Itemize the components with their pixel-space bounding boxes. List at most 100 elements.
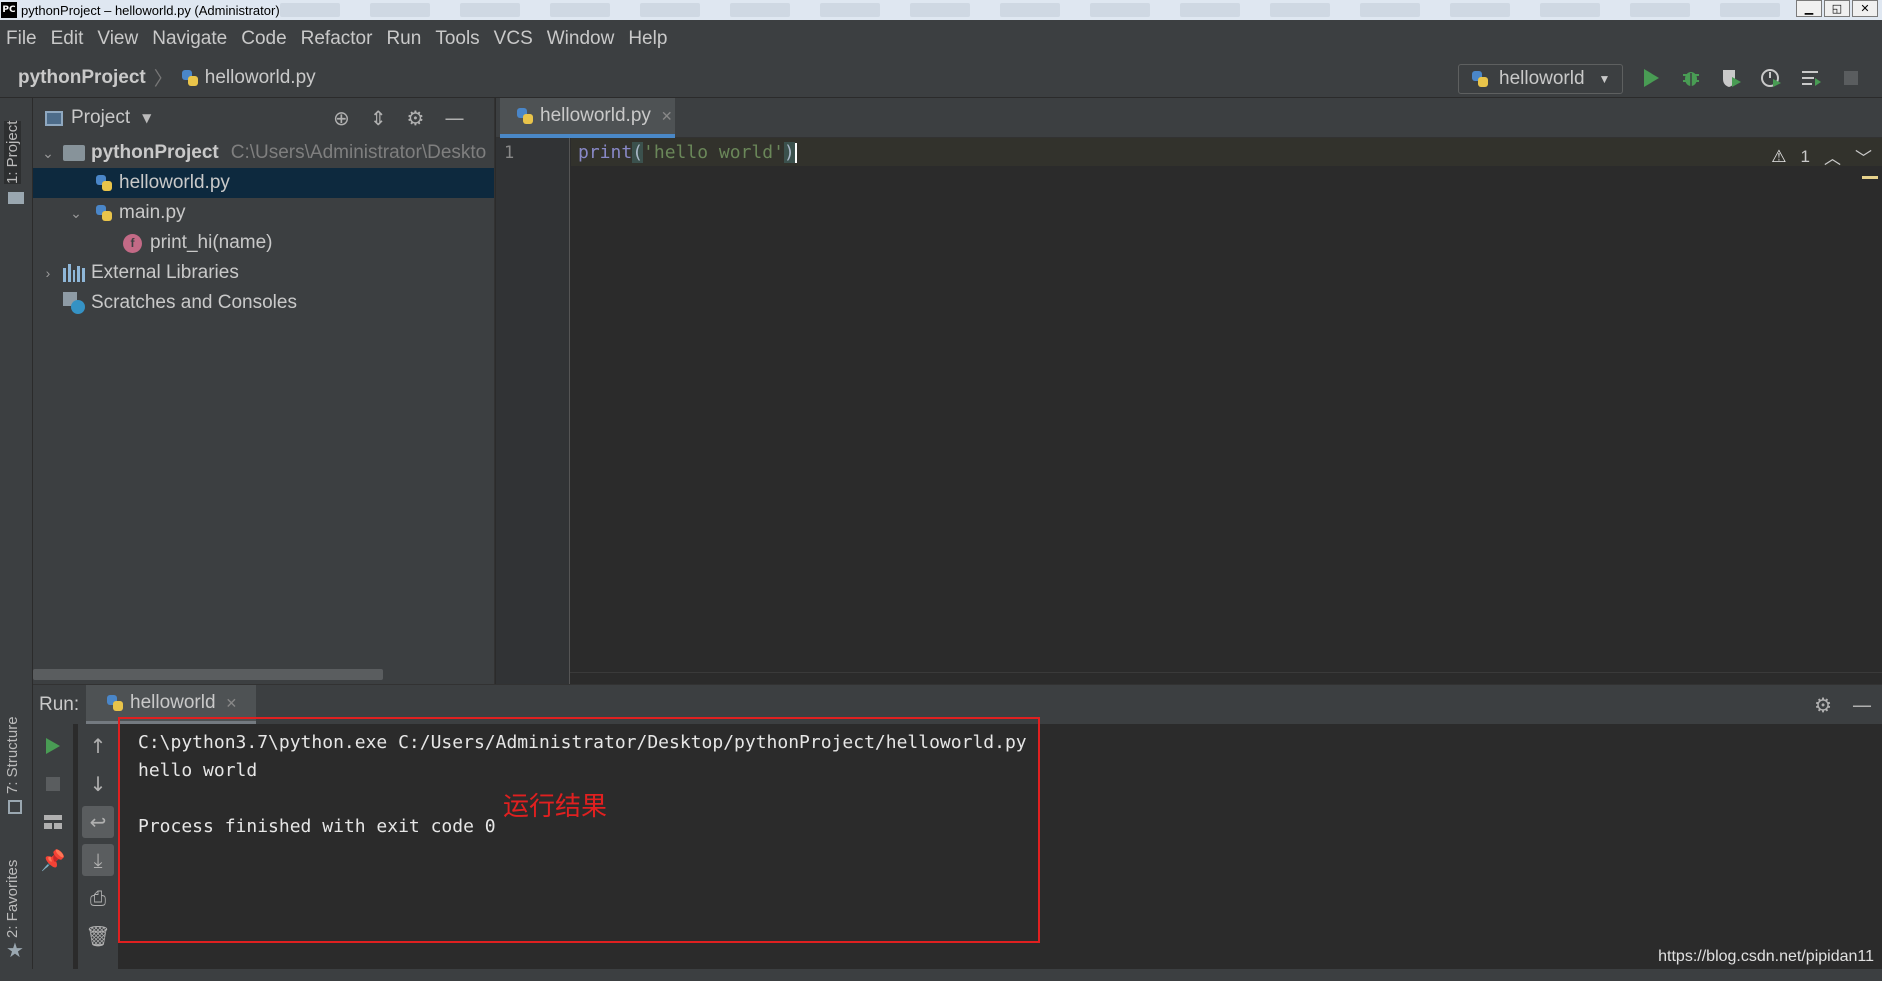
minimize-panel-icon[interactable]: — [444, 106, 464, 130]
printer-icon: ⎙ [90, 886, 106, 910]
close-icon[interactable]: ✕ [226, 695, 238, 712]
trash-icon: 🗑 [85, 924, 111, 948]
menu-run[interactable]: Run [386, 28, 421, 50]
locate-file-icon[interactable]: ⊕ [333, 106, 350, 130]
play-icon [46, 738, 60, 754]
coverage-button[interactable] [1720, 67, 1742, 89]
navigation-bar: pythonProject 〉 helloworld.py helloworld… [0, 58, 1882, 98]
stop-button[interactable] [37, 768, 69, 800]
pycharm-logo-icon: PC [1, 2, 17, 18]
clear-all-button[interactable]: 🗑 [82, 920, 114, 952]
run-console[interactable]: C:\python3.7\python.exe C:/Users/Adminis… [118, 717, 1882, 969]
tab-helloworld[interactable]: helloworld.py ✕ [500, 98, 675, 138]
project-folder-icon [8, 192, 24, 204]
code-line[interactable]: print('hello world') [578, 142, 797, 163]
run-concurrency-button[interactable] [1800, 67, 1822, 89]
stop-button[interactable] [1840, 67, 1862, 89]
tree-item-main[interactable]: ⌄ main.py [33, 198, 494, 228]
editor-scrollbar[interactable] [570, 672, 1882, 684]
scroll-up-button[interactable]: ↑ [82, 730, 114, 762]
list-run-icon [1802, 71, 1821, 86]
menu-view[interactable]: View [97, 28, 138, 50]
breadcrumb-project[interactable]: pythonProject [18, 67, 146, 89]
layout-button[interactable] [37, 806, 69, 838]
rerun-button[interactable] [37, 730, 69, 762]
tree-item-label: Scratches and Consoles [91, 292, 297, 313]
background-taskbar-tab [1720, 3, 1780, 17]
editor-tab-label: helloworld.py [540, 105, 651, 126]
tree-item-project-root[interactable]: ⌄ pythonProject C:\Users\Administrator\D… [33, 138, 494, 168]
pin-tab-button[interactable]: 📌 [37, 844, 69, 876]
chevron-right-icon[interactable]: › [39, 265, 57, 281]
project-panel-scrollbar[interactable] [33, 669, 383, 680]
layout-icon [44, 815, 62, 829]
code-paren-open: ( [632, 142, 644, 163]
chevron-down-icon[interactable]: ⌄ [67, 205, 85, 222]
shield-run-icon [1723, 70, 1741, 87]
project-view-label[interactable]: Project [71, 107, 130, 129]
menu-help[interactable]: Help [628, 28, 667, 50]
maximize-button[interactable]: ◱ [1824, 0, 1850, 17]
background-taskbar-tab [730, 3, 790, 17]
python-icon [1471, 70, 1489, 88]
background-taskbar-tab [1360, 3, 1420, 17]
folder-icon [63, 145, 85, 161]
code-string: 'hello world' [643, 142, 784, 163]
menu-vcs[interactable]: VCS [494, 28, 533, 50]
chevron-down-icon[interactable]: ⌄ [39, 145, 57, 162]
tab-structure[interactable]: 7: Structure [4, 716, 21, 794]
background-taskbar-tab [910, 3, 970, 17]
breadcrumb-separator: 〉 [153, 69, 173, 90]
background-taskbar-tab [1630, 3, 1690, 17]
scroll-to-end-toggle[interactable]: ⤓ [82, 844, 114, 876]
run-configuration-select[interactable]: helloworld ▼ [1458, 64, 1623, 94]
warning-icon: ⚠ [1771, 146, 1787, 166]
menu-navigate[interactable]: Navigate [152, 28, 227, 50]
tree-item-helloworld[interactable]: helloworld.py [33, 168, 494, 198]
warning-stripe-marker[interactable] [1862, 176, 1878, 179]
menu-refactor[interactable]: Refactor [301, 28, 373, 50]
scroll-down-button[interactable]: ↓ [82, 768, 114, 800]
scroll-end-icon: ⤓ [93, 848, 103, 872]
menu-edit[interactable]: Edit [51, 28, 84, 50]
project-tree: ⌄ pythonProject C:\Users\Administrator\D… [33, 138, 494, 318]
python-file-icon [516, 107, 534, 125]
tree-item-print-hi[interactable]: f print_hi(name) [33, 228, 494, 258]
menu-file[interactable]: File [6, 28, 37, 50]
code-editor[interactable]: 1 print('hello world') ⚠ 1 ︿ ﹀ [496, 138, 1882, 684]
project-panel: Project ▼ ⊕ ⇕ ⚙ — ⌄ pythonProject C:\Use… [33, 98, 495, 684]
chevron-down-icon[interactable]: ▼ [142, 111, 151, 125]
minimize-button[interactable]: ▁ [1796, 0, 1822, 17]
close-button[interactable]: ✕ [1852, 0, 1878, 17]
menu-tools[interactable]: Tools [435, 28, 479, 50]
tree-item-external-libraries[interactable]: › External Libraries [33, 258, 494, 288]
tab-project[interactable]: 1: Project [4, 120, 21, 184]
debug-button[interactable] [1680, 67, 1702, 89]
stop-icon [46, 777, 60, 791]
gear-icon[interactable]: ⚙ [1814, 693, 1832, 717]
tree-item-scratches[interactable]: Scratches and Consoles [33, 288, 494, 318]
close-icon[interactable]: ✕ [661, 108, 673, 125]
profile-button[interactable] [1760, 67, 1782, 89]
left-tool-strip: 1: Project 7: Structure 2: Favorites ★ [0, 98, 33, 981]
breadcrumb-file[interactable]: helloworld.py [205, 67, 316, 89]
soft-wrap-toggle[interactable]: ↩ [82, 806, 114, 838]
minimize-panel-icon[interactable]: — [1852, 693, 1872, 717]
gear-icon[interactable]: ⚙ [407, 106, 425, 130]
tab-favorites[interactable]: 2: Favorites [4, 860, 21, 938]
inspection-widget[interactable]: ⚠ 1 ︿ ﹀ [1771, 144, 1872, 169]
chevron-up-icon[interactable]: ︿ [1824, 144, 1841, 169]
tree-item-label: helloworld.py [119, 172, 230, 193]
chevron-down-icon[interactable]: ﹀ [1855, 144, 1872, 169]
stop-icon [1844, 71, 1858, 85]
menu-window[interactable]: Window [547, 28, 615, 50]
python-file-icon [95, 204, 113, 222]
menu-code[interactable]: Code [241, 28, 286, 50]
run-panel-label: Run: [39, 693, 80, 715]
run-panel-tools: ⚙ — [1814, 685, 1872, 725]
menu-bar: File Edit View Navigate Code Refactor Ru… [0, 20, 1882, 58]
run-button[interactable] [1640, 67, 1662, 89]
collapse-all-icon[interactable]: ⇕ [370, 106, 387, 130]
background-taskbar-tab [460, 3, 520, 17]
print-button[interactable]: ⎙ [82, 882, 114, 914]
